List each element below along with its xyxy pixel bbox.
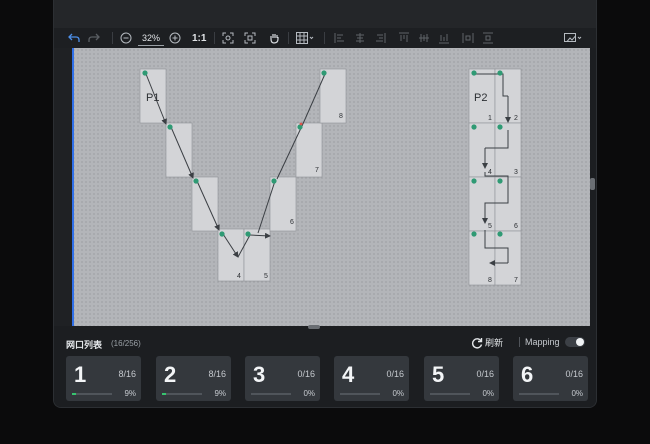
layout-canvas[interactable]: P1 4 5 6 7 8 P2 1 2 3 4 5 6 7 8 — [72, 48, 590, 326]
zoom-out-icon[interactable] — [120, 30, 132, 46]
p2-port-label-8: 8 — [488, 277, 492, 284]
port-number: 1 — [74, 362, 87, 387]
p2-group-label: P2 — [474, 92, 487, 104]
port-number: 3 — [253, 362, 266, 387]
port-usage-ratio: 0/16 — [565, 369, 583, 379]
actual-size-button[interactable]: 1:1 — [192, 30, 206, 46]
align-middle-icon[interactable] — [418, 30, 430, 46]
port-progress-bar — [72, 393, 112, 395]
toggle-knob — [576, 338, 584, 346]
p2-port-label-2: 2 — [514, 115, 518, 122]
port-card[interactable]: 5 0/16 0% — [424, 356, 499, 401]
p1-port-box[interactable] — [165, 122, 193, 178]
port-usage-percent: 0% — [303, 389, 315, 398]
port-card[interactable]: 6 0/16 0% — [513, 356, 588, 401]
port-progress-bar — [340, 393, 380, 395]
undo-icon[interactable] — [68, 30, 80, 46]
port-number: 4 — [342, 362, 355, 387]
port-usage-ratio: 8/16 — [208, 369, 226, 379]
port-usage-percent: 0% — [482, 389, 494, 398]
horizontal-scrollbar[interactable] — [308, 325, 320, 329]
title-bar — [54, 0, 596, 28]
p1-port-label-4: 4 — [237, 273, 241, 280]
refresh-label: 刷新 — [485, 338, 504, 348]
port-progress-bar — [430, 393, 470, 395]
fit-selection-icon[interactable] — [244, 30, 256, 46]
p2-port-label-4: 4 — [488, 169, 492, 176]
canvas-drawing[interactable]: P1 4 5 6 7 8 P2 1 2 3 4 5 6 7 8 — [72, 48, 590, 326]
p1-port-label-5: 5 — [264, 273, 268, 280]
align-center-icon[interactable] — [354, 30, 366, 46]
port-number: 2 — [164, 362, 177, 387]
app-window: 32% 1:1 P1 4 5 6 7 8 P2 1 2 3 4 5 6 7 8 … — [53, 0, 597, 408]
refresh-button[interactable]: 刷新 — [471, 336, 503, 349]
p2-port-label-7: 7 — [514, 277, 518, 284]
port-card[interactable]: 4 0/16 0% — [334, 356, 409, 401]
port-usage-ratio: 8/16 — [118, 369, 136, 379]
p1-port-label-8: 8 — [339, 113, 343, 120]
pan-hand-icon[interactable] — [268, 30, 280, 46]
group-p2[interactable]: P2 1 2 3 4 5 6 7 8 — [468, 68, 522, 286]
p1-group-label: P1 — [146, 92, 159, 104]
p2-port-label-6: 6 — [514, 223, 518, 230]
toolbar-divider — [112, 32, 113, 44]
p1-port-label-7: 7 — [315, 167, 319, 174]
zoom-level-field[interactable]: 32% — [138, 30, 165, 46]
redo-icon[interactable] — [88, 30, 100, 46]
port-usage-percent: 9% — [124, 389, 136, 398]
panel-port-count: (16/256) — [111, 339, 141, 348]
port-progress-bar — [162, 393, 202, 395]
mapping-label: Mapping — [519, 337, 560, 347]
align-top-icon[interactable] — [398, 30, 410, 46]
port-progress-bar — [519, 393, 559, 395]
port-usage-percent: 0% — [392, 389, 404, 398]
fit-to-screen-icon[interactable] — [222, 30, 234, 46]
port-usage-ratio: 0/16 — [297, 369, 315, 379]
align-left-icon[interactable] — [334, 30, 346, 46]
p2-port-label-1: 1 — [488, 115, 492, 122]
distribute-horizontal-icon[interactable] — [462, 30, 474, 46]
group-p1[interactable]: P1 4 5 6 7 8 — [139, 68, 347, 282]
align-right-icon[interactable] — [374, 30, 386, 46]
port-card[interactable]: 1 8/16 9% — [66, 356, 141, 401]
panel-title: 网口列表 — [66, 340, 103, 350]
vertical-scrollbar[interactable] — [590, 178, 595, 190]
toolbar-divider — [288, 32, 289, 44]
distribute-vertical-icon[interactable] — [482, 30, 494, 46]
zoom-in-icon[interactable] — [169, 30, 181, 46]
toolbar-divider — [214, 32, 215, 44]
port-usage-ratio: 0/16 — [386, 369, 404, 379]
canvas-left-gutter — [54, 48, 72, 326]
port-progress-bar — [251, 393, 291, 395]
port-number: 6 — [521, 362, 534, 387]
port-usage-percent: 9% — [214, 389, 226, 398]
port-usage-percent: 0% — [571, 389, 583, 398]
port-card[interactable]: 3 0/16 0% — [245, 356, 320, 401]
p1-port-box[interactable] — [191, 176, 219, 232]
toolbar: 32% 1:1 — [54, 28, 596, 48]
port-progress-fill — [72, 393, 76, 395]
refresh-icon — [471, 337, 483, 348]
p2-port-label-5: 5 — [488, 223, 492, 230]
port-number: 5 — [432, 362, 445, 387]
grid-icon[interactable] — [296, 30, 314, 46]
align-bottom-icon[interactable] — [438, 30, 450, 46]
p1-port-label-6: 6 — [290, 219, 294, 226]
view-options-icon[interactable] — [564, 30, 582, 46]
p2-port-label-3: 3 — [514, 169, 518, 176]
p1-start-marker — [299, 122, 303, 126]
port-progress-fill — [162, 393, 166, 395]
mapping-toggle[interactable] — [565, 337, 585, 347]
port-usage-ratio: 0/16 — [476, 369, 494, 379]
port-card[interactable]: 2 8/16 9% — [156, 356, 231, 401]
canvas-selection-edge — [72, 48, 74, 326]
toolbar-divider — [324, 32, 325, 44]
